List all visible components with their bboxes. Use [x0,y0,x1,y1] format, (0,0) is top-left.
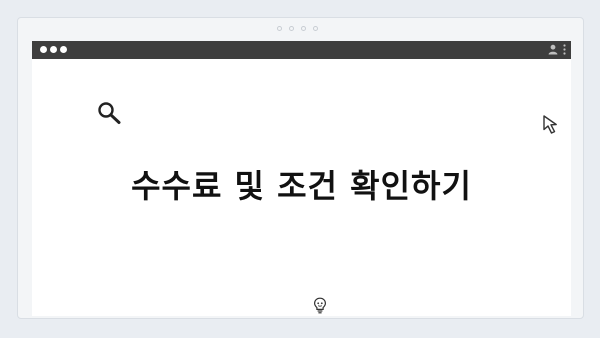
browser-frame: 수수료 및 조건 확인하기 [17,17,584,319]
search-icon [98,102,121,124]
cursor-arrow-icon [543,115,557,134]
window-dot-maximize[interactable] [60,46,67,53]
frame-dot [277,26,282,31]
frame-dot [313,26,318,31]
page-content: 수수료 및 조건 확인하기 [32,59,571,316]
window-titlebar [32,41,571,59]
window-controls[interactable] [40,46,67,53]
frame-dot [289,26,294,31]
kebab-menu-icon[interactable] [563,44,566,55]
user-icon[interactable] [548,44,558,55]
frame-dot [301,26,306,31]
lightbulb-icon [313,297,327,314]
window-dot-close[interactable] [40,46,47,53]
page-title: 수수료 및 조건 확인하기 [131,167,472,205]
window-dot-minimize[interactable] [50,46,57,53]
frame-dots [277,26,318,31]
